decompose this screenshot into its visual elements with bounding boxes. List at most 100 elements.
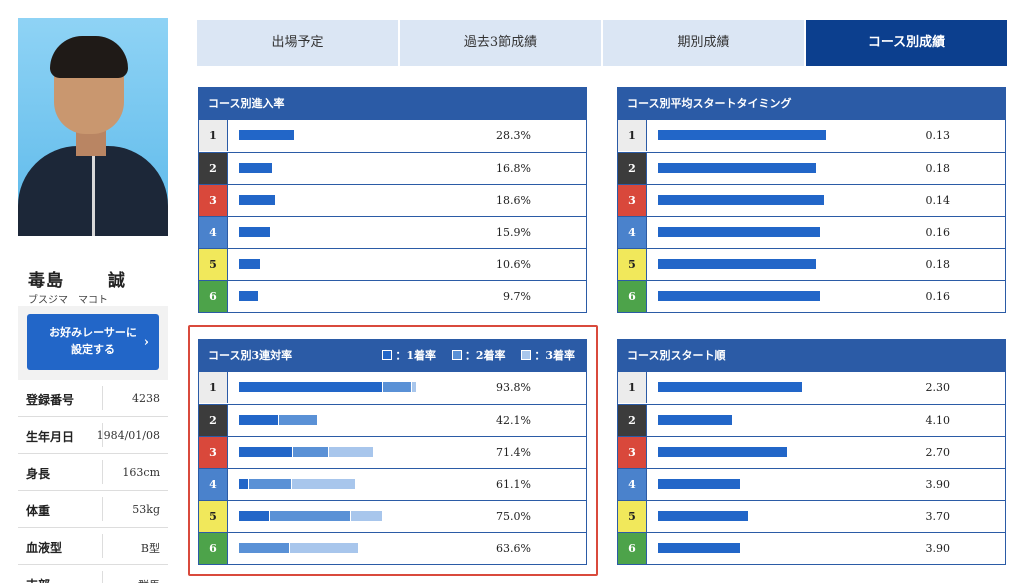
info-label: 体重	[26, 504, 51, 518]
bar	[658, 163, 816, 173]
info-label: 登録番号	[26, 393, 75, 407]
row-value: 3.70	[925, 510, 951, 523]
racer-name-kana: ブスジマ マコト	[28, 295, 108, 306]
bar	[658, 195, 824, 205]
row-value: 0.18	[925, 258, 951, 271]
table-row: 4 0.16	[618, 216, 1005, 248]
bar	[658, 415, 733, 425]
favorite-button-label-2: 設定する	[71, 343, 115, 356]
lane-number: 5	[618, 501, 646, 532]
bar	[658, 259, 816, 269]
stats-tabs: 出場予定 過去3節成績 期別成績 コース別成績	[197, 20, 1007, 66]
lane-number: 5	[199, 249, 227, 280]
info-row-height: 身長 163cm	[18, 454, 168, 491]
info-value: B型	[140, 542, 160, 555]
panel-title: コース別スタート順	[617, 339, 1006, 372]
racer-info-table: 登録番号 4238 生年月日 1984/01/08 身長 163cm 体重 53…	[18, 380, 168, 583]
lane-number: 1	[199, 120, 227, 151]
info-value: 4238	[132, 392, 160, 405]
racer-surname: 毒島	[28, 271, 64, 291]
panel-course-start-timing: コース別平均スタートタイミング 1 0.13 2 0.18 3 0.14 4 0.16 5 0.1…	[617, 87, 1006, 313]
panel-rows: 1 0.13 2 0.18 3 0.14 4 0.16 5 0.18 6 0.16	[617, 120, 1006, 313]
row-value: 3.90	[925, 542, 951, 555]
lane-number: 4	[618, 217, 646, 248]
panel-title: コース別平均スタートタイミング	[617, 87, 1006, 120]
bar	[658, 130, 826, 140]
lane-number: 3	[199, 185, 227, 216]
row-value: 0.16	[925, 226, 951, 239]
panel-course-start-order: コース別スタート順 1 2.30 2 4.10 3 2.70 4 3.90 5 3.70 6 3.90	[617, 339, 1006, 565]
info-label: 支部	[26, 576, 50, 583]
table-row: 3 2.70	[618, 436, 1005, 468]
row-value: 4.10	[925, 414, 951, 427]
favorite-button-label-1: お好みレーサーに	[49, 326, 137, 339]
table-row: 1 0.13	[618, 120, 1005, 152]
lane-number: 1	[618, 372, 646, 403]
highlight-box	[188, 325, 598, 576]
info-label: 身長	[26, 467, 51, 481]
lane-number: 3	[618, 437, 646, 468]
tab-schedule[interactable]: 出場予定	[197, 20, 400, 66]
bar	[239, 259, 260, 269]
bar	[658, 291, 820, 301]
table-row: 6 9.7%	[199, 280, 586, 312]
info-value: 1984/01/08	[96, 429, 160, 442]
table-row: 1 2.30	[618, 372, 1005, 404]
bar	[658, 479, 740, 489]
table-row: 2 0.18	[618, 152, 1005, 184]
lane-number: 1	[618, 120, 646, 151]
panel-title: コース別進入率	[198, 87, 587, 120]
row-value: 10.6%	[496, 258, 531, 271]
panel-rows: 1 28.3% 2 16.8% 3 18.6% 4 15.9% 5 10.6% 6 9.7%	[198, 120, 587, 313]
table-row: 5 0.18	[618, 248, 1005, 280]
bar	[658, 447, 787, 457]
lane-number: 4	[199, 217, 227, 248]
info-row-weight: 体重 53kg	[18, 491, 168, 528]
bar	[239, 195, 276, 205]
info-row-branch: 支部 群馬	[18, 565, 168, 583]
bar	[658, 511, 748, 521]
info-value: 53kg	[132, 503, 160, 516]
table-row: 1 28.3%	[199, 120, 586, 152]
info-value: 群馬	[138, 577, 160, 583]
bar	[239, 291, 258, 301]
table-row: 5 3.70	[618, 500, 1005, 532]
add-favorite-racer-button[interactable]: お好みレーサーに 設定する ›	[27, 314, 159, 370]
bar	[239, 227, 271, 237]
row-value: 15.9%	[496, 226, 531, 239]
panel-rows: 1 2.30 2 4.10 3 2.70 4 3.90 5 3.70 6 3.90	[617, 372, 1006, 565]
lane-number: 2	[199, 153, 227, 184]
lane-number: 5	[618, 249, 646, 280]
lane-number: 6	[199, 281, 227, 312]
tab-course-results[interactable]: コース別成績	[806, 20, 1007, 66]
row-value: 28.3%	[496, 129, 531, 142]
tab-period-results[interactable]: 期別成績	[603, 20, 806, 66]
lane-number: 2	[618, 153, 646, 184]
bar	[658, 227, 820, 237]
bar	[658, 543, 740, 553]
row-value: 2.70	[925, 446, 951, 459]
row-value: 3.90	[925, 478, 951, 491]
info-value: 163cm	[122, 466, 160, 479]
lane-number: 3	[618, 185, 646, 216]
bar	[239, 163, 272, 173]
lane-number: 6	[618, 281, 646, 312]
bar	[658, 382, 803, 392]
racer-profile-sidebar: 毒島 誠 ブスジマ マコト お好みレーサーに 設定する › 登録番号 4238 生…	[18, 18, 168, 583]
info-row-birthdate: 生年月日 1984/01/08	[18, 417, 168, 454]
row-value: 16.8%	[496, 162, 531, 175]
row-value: 18.6%	[496, 194, 531, 207]
row-value: 9.7%	[503, 290, 531, 303]
table-row: 3 18.6%	[199, 184, 586, 216]
racer-name: 毒島 誠	[28, 266, 126, 291]
table-row: 4 15.9%	[199, 216, 586, 248]
info-row-register-number: 登録番号 4238	[18, 380, 168, 417]
racer-given-name: 誠	[108, 271, 126, 291]
info-label: 血液型	[26, 541, 63, 555]
row-value: 2.30	[925, 381, 951, 394]
table-row: 4 3.90	[618, 468, 1005, 500]
panel-course-entry-rate: コース別進入率 1 28.3% 2 16.8% 3 18.6% 4 15.9% 5 10.6% 6 9…	[198, 87, 587, 313]
table-row: 2 16.8%	[199, 152, 586, 184]
lane-number: 4	[618, 469, 646, 500]
tab-last-3-races[interactable]: 過去3節成績	[400, 20, 603, 66]
